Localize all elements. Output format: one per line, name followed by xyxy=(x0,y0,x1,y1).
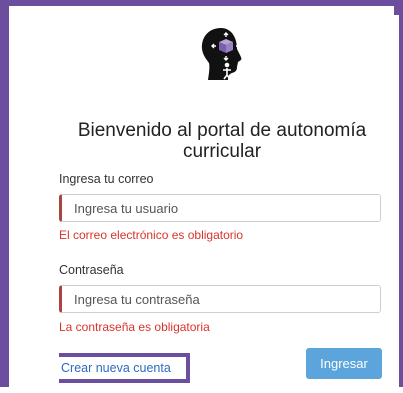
password-error-message: La contraseña es obligatoria xyxy=(59,320,210,334)
email-label: Ingresa tu correo xyxy=(59,172,154,186)
head-with-cube-logo-icon xyxy=(201,28,242,80)
password-field[interactable] xyxy=(59,285,381,313)
page-title: Bienvenido al portal de autonomía curric… xyxy=(77,120,367,162)
email-field[interactable] xyxy=(59,194,381,222)
create-account-link[interactable]: Crear nueva cuenta xyxy=(59,353,190,383)
login-panel: Bienvenido al portal de autonomía curric… xyxy=(45,15,399,393)
login-button[interactable]: Ingresar xyxy=(306,348,382,379)
password-label: Contraseña xyxy=(59,263,124,277)
email-error-message: El correo electrónico es obligatorio xyxy=(59,228,244,242)
window-frame: Bienvenido al portal de autonomía curric… xyxy=(0,0,403,393)
